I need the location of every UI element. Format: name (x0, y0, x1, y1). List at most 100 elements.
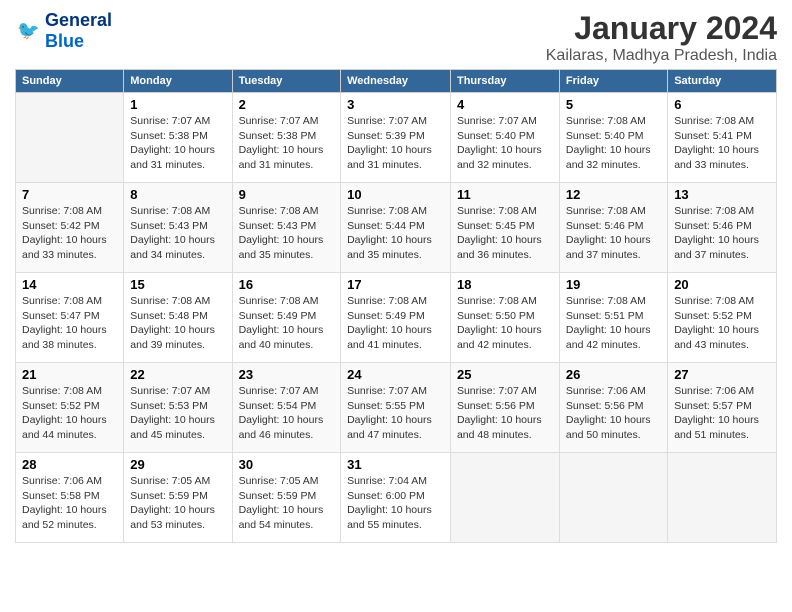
calendar-cell: 28 Sunrise: 7:06 AMSunset: 5:58 PMDayligh… (16, 453, 124, 543)
day-number: 30 (239, 457, 335, 472)
calendar-cell (16, 93, 124, 183)
day-info: Sunrise: 7:08 AMSunset: 5:46 PMDaylight:… (674, 204, 770, 263)
day-number: 19 (566, 277, 661, 292)
calendar-cell: 13 Sunrise: 7:08 AMSunset: 5:46 PMDayligh… (668, 183, 777, 273)
header-sunday: Sunday (16, 70, 124, 93)
day-number: 25 (457, 367, 553, 382)
calendar-cell (668, 453, 777, 543)
day-number: 24 (347, 367, 444, 382)
logo-general-text: General (45, 10, 112, 30)
day-info: Sunrise: 7:08 AMSunset: 5:50 PMDaylight:… (457, 294, 553, 353)
day-info: Sunrise: 7:08 AMSunset: 5:40 PMDaylight:… (566, 114, 661, 173)
logo: 🐦 General Blue (15, 10, 112, 52)
day-info: Sunrise: 7:07 AMSunset: 5:38 PMDaylight:… (130, 114, 225, 173)
day-info: Sunrise: 7:08 AMSunset: 5:48 PMDaylight:… (130, 294, 225, 353)
day-number: 20 (674, 277, 770, 292)
day-info: Sunrise: 7:06 AMSunset: 5:58 PMDaylight:… (22, 474, 117, 533)
calendar-cell: 27 Sunrise: 7:06 AMSunset: 5:57 PMDayligh… (668, 363, 777, 453)
calendar-cell: 16 Sunrise: 7:08 AMSunset: 5:49 PMDayligh… (232, 273, 341, 363)
day-number: 3 (347, 97, 444, 112)
day-info: Sunrise: 7:07 AMSunset: 5:56 PMDaylight:… (457, 384, 553, 443)
calendar-cell: 26 Sunrise: 7:06 AMSunset: 5:56 PMDayligh… (559, 363, 667, 453)
day-info: Sunrise: 7:07 AMSunset: 5:54 PMDaylight:… (239, 384, 335, 443)
day-number: 23 (239, 367, 335, 382)
day-number: 26 (566, 367, 661, 382)
day-number: 13 (674, 187, 770, 202)
calendar-cell: 30 Sunrise: 7:05 AMSunset: 5:59 PMDayligh… (232, 453, 341, 543)
calendar-header-row: SundayMondayTuesdayWednesdayThursdayFrid… (16, 70, 777, 93)
calendar-cell: 29Sunrise: 7:05 AMSunset: 5:59 PMDayligh… (124, 453, 232, 543)
day-info: Sunrise: 7:07 AMSunset: 5:53 PMDaylight:… (130, 384, 225, 443)
day-number: 16 (239, 277, 335, 292)
day-number: 2 (239, 97, 335, 112)
calendar-cell: 21 Sunrise: 7:08 AMSunset: 5:52 PMDayligh… (16, 363, 124, 453)
calendar-cell: 7Sunrise: 7:08 AMSunset: 5:42 PMDaylight… (16, 183, 124, 273)
calendar-cell: 10Sunrise: 7:08 AMSunset: 5:44 PMDayligh… (341, 183, 451, 273)
calendar-cell (450, 453, 559, 543)
day-number: 15 (130, 277, 225, 292)
week-row-1: 1 Sunrise: 7:07 AMSunset: 5:38 PMDaylight… (16, 93, 777, 183)
day-info: Sunrise: 7:08 AMSunset: 5:51 PMDaylight:… (566, 294, 661, 353)
calendar-cell: 8 Sunrise: 7:08 AMSunset: 5:43 PMDaylight… (124, 183, 232, 273)
calendar-cell: 17Sunrise: 7:08 AMSunset: 5:49 PMDayligh… (341, 273, 451, 363)
day-number: 31 (347, 457, 444, 472)
day-number: 7 (22, 187, 117, 202)
calendar-cell: 4 Sunrise: 7:07 AMSunset: 5:40 PMDaylight… (450, 93, 559, 183)
day-number: 1 (130, 97, 225, 112)
calendar-table: SundayMondayTuesdayWednesdayThursdayFrid… (15, 69, 777, 543)
day-number: 12 (566, 187, 661, 202)
day-number: 18 (457, 277, 553, 292)
calendar-cell: 25 Sunrise: 7:07 AMSunset: 5:56 PMDayligh… (450, 363, 559, 453)
day-info: Sunrise: 7:06 AMSunset: 5:57 PMDaylight:… (674, 384, 770, 443)
svg-text:🐦: 🐦 (17, 21, 40, 41)
day-number: 27 (674, 367, 770, 382)
calendar-cell: 12 Sunrise: 7:08 AMSunset: 5:46 PMDayligh… (559, 183, 667, 273)
header-wednesday: Wednesday (341, 70, 451, 93)
header-thursday: Thursday (450, 70, 559, 93)
day-number: 21 (22, 367, 117, 382)
week-row-3: 14Sunrise: 7:08 AMSunset: 5:47 PMDayligh… (16, 273, 777, 363)
calendar-cell: 14Sunrise: 7:08 AMSunset: 5:47 PMDayligh… (16, 273, 124, 363)
day-info: Sunrise: 7:07 AMSunset: 5:40 PMDaylight:… (457, 114, 553, 173)
day-info: Sunrise: 7:08 AMSunset: 5:43 PMDaylight:… (130, 204, 225, 263)
calendar-cell: 9Sunrise: 7:08 AMSunset: 5:43 PMDaylight… (232, 183, 341, 273)
page-header: 🐦 General Blue January 2024 Kailaras, Ma… (15, 10, 777, 65)
header-friday: Friday (559, 70, 667, 93)
day-info: Sunrise: 7:08 AMSunset: 5:43 PMDaylight:… (239, 204, 335, 263)
day-info: Sunrise: 7:07 AMSunset: 5:39 PMDaylight:… (347, 114, 444, 173)
day-info: Sunrise: 7:08 AMSunset: 5:49 PMDaylight:… (347, 294, 444, 353)
calendar-cell: 31Sunrise: 7:04 AMSunset: 6:00 PMDayligh… (341, 453, 451, 543)
day-info: Sunrise: 7:08 AMSunset: 5:41 PMDaylight:… (674, 114, 770, 173)
day-info: Sunrise: 7:08 AMSunset: 5:47 PMDaylight:… (22, 294, 117, 353)
title-block: January 2024 Kailaras, Madhya Pradesh, I… (546, 10, 777, 65)
calendar-cell (559, 453, 667, 543)
day-number: 6 (674, 97, 770, 112)
calendar-cell: 6 Sunrise: 7:08 AMSunset: 5:41 PMDaylight… (668, 93, 777, 183)
day-info: Sunrise: 7:08 AMSunset: 5:49 PMDaylight:… (239, 294, 335, 353)
day-number: 22 (130, 367, 225, 382)
header-saturday: Saturday (668, 70, 777, 93)
header-tuesday: Tuesday (232, 70, 341, 93)
calendar-cell: 1 Sunrise: 7:07 AMSunset: 5:38 PMDaylight… (124, 93, 232, 183)
day-info: Sunrise: 7:06 AMSunset: 5:56 PMDaylight:… (566, 384, 661, 443)
logo-icon: 🐦 (17, 17, 45, 45)
day-info: Sunrise: 7:08 AMSunset: 5:45 PMDaylight:… (457, 204, 553, 263)
calendar-cell: 19 Sunrise: 7:08 AMSunset: 5:51 PMDayligh… (559, 273, 667, 363)
day-info: Sunrise: 7:07 AMSunset: 5:55 PMDaylight:… (347, 384, 444, 443)
day-number: 4 (457, 97, 553, 112)
day-number: 11 (457, 187, 553, 202)
calendar-cell: 23 Sunrise: 7:07 AMSunset: 5:54 PMDayligh… (232, 363, 341, 453)
header-monday: Monday (124, 70, 232, 93)
week-row-2: 7Sunrise: 7:08 AMSunset: 5:42 PMDaylight… (16, 183, 777, 273)
day-number: 8 (130, 187, 225, 202)
day-info: Sunrise: 7:08 AMSunset: 5:52 PMDaylight:… (22, 384, 117, 443)
day-info: Sunrise: 7:08 AMSunset: 5:46 PMDaylight:… (566, 204, 661, 263)
day-number: 29 (130, 457, 225, 472)
day-number: 28 (22, 457, 117, 472)
calendar-cell: 2 Sunrise: 7:07 AMSunset: 5:38 PMDaylight… (232, 93, 341, 183)
day-info: Sunrise: 7:07 AMSunset: 5:38 PMDaylight:… (239, 114, 335, 173)
logo-blue-text: Blue (45, 31, 84, 51)
week-row-5: 28 Sunrise: 7:06 AMSunset: 5:58 PMDayligh… (16, 453, 777, 543)
day-info: Sunrise: 7:05 AMSunset: 5:59 PMDaylight:… (239, 474, 335, 533)
main-title: January 2024 (546, 10, 777, 47)
